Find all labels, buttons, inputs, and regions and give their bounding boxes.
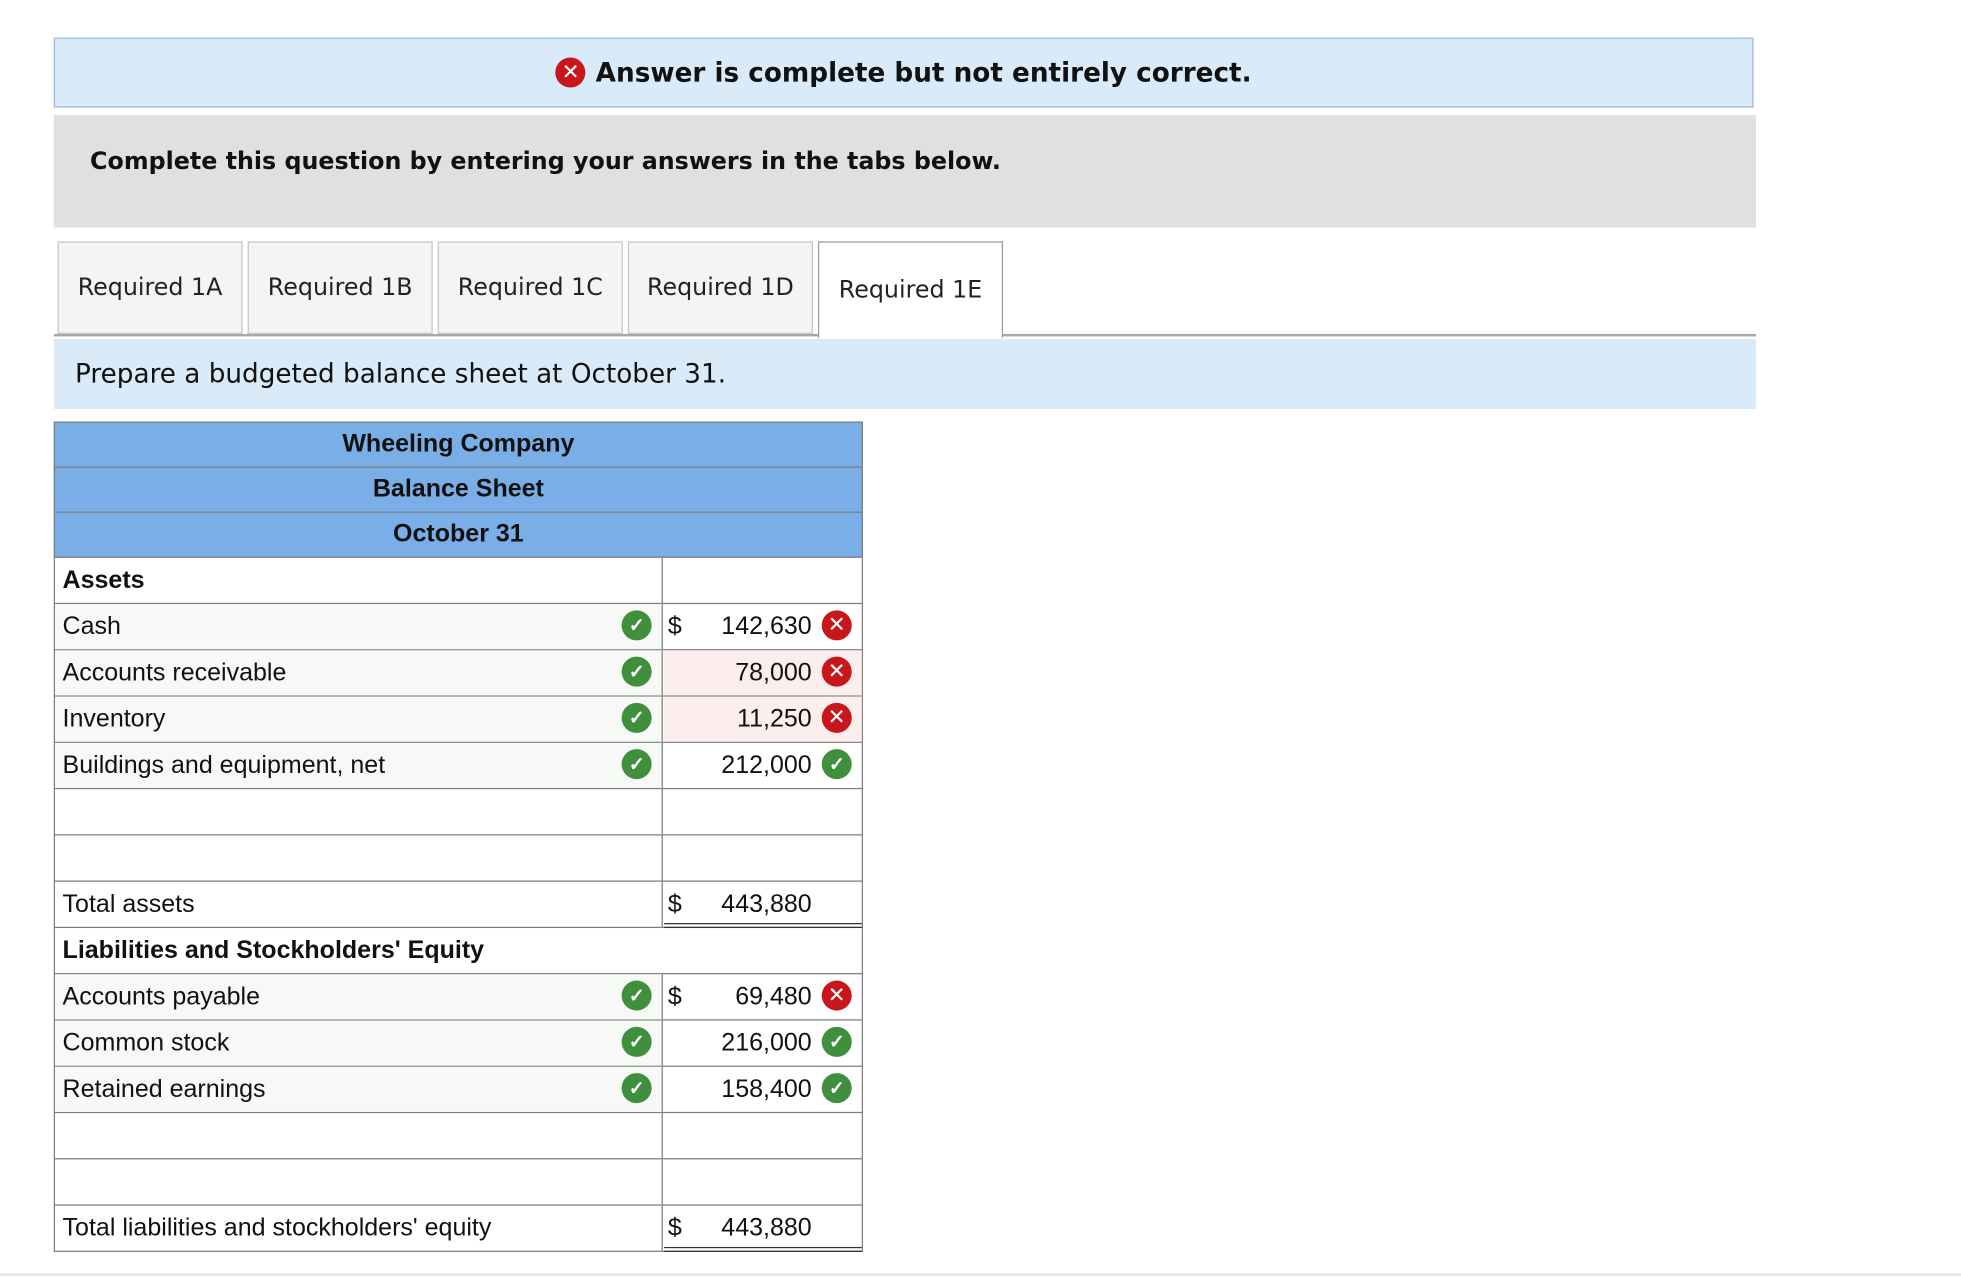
account-select-empty[interactable] xyxy=(55,789,663,835)
check-circle-icon: ✓ xyxy=(621,980,652,1011)
tab-required-1b[interactable]: Required 1B xyxy=(247,241,433,334)
question-prompt: Prepare a budgeted balance sheet at Octo… xyxy=(53,338,1756,409)
total-liabilities-row: Total liabilities and stockholders' equi… xyxy=(53,1205,863,1252)
result-banner: ✕ Answer is complete but not entirely co… xyxy=(53,37,1754,108)
account-select-empty[interactable] xyxy=(55,835,663,881)
table-row: Accounts payable ✓ $ 69,480 ✕ xyxy=(53,974,863,1021)
account-select-cash[interactable]: Cash ✓ xyxy=(55,604,663,650)
table-row: Cash ✓ $ 142,630 ✕ xyxy=(53,604,863,651)
x-circle-icon: ✕ xyxy=(821,980,852,1011)
amount-input-empty[interactable] xyxy=(664,789,862,834)
amount-input-inventory[interactable]: 11,250 ✕ xyxy=(664,696,862,742)
total-liabilities-label: Total liabilities and stockholders' equi… xyxy=(55,1205,663,1251)
empty-row xyxy=(53,1159,863,1206)
company-name: Wheeling Company xyxy=(53,421,863,467)
liabilities-heading-row: Liabilities and Stockholders' Equity xyxy=(53,928,863,975)
check-circle-icon: ✓ xyxy=(621,749,652,780)
double-underline xyxy=(664,1246,862,1252)
x-circle-icon: ✕ xyxy=(821,702,852,733)
empty-row xyxy=(53,835,863,882)
total-assets-row: Total assets $ 443,880 xyxy=(53,881,863,929)
total-assets-label: Total assets xyxy=(55,881,663,927)
check-circle-icon: ✓ xyxy=(621,610,652,641)
account-select-receivable[interactable]: Accounts receivable ✓ xyxy=(55,650,663,696)
account-select-common-stock[interactable]: Common stock ✓ xyxy=(55,1020,663,1066)
statement-title: Balance Sheet xyxy=(53,466,863,512)
result-message: Answer is complete but not entirely corr… xyxy=(595,57,1252,88)
table-row: Common stock ✓ 216,000 ✓ xyxy=(53,1020,863,1067)
amount-input-common-stock[interactable]: 216,000 ✓ xyxy=(664,1021,862,1066)
empty-row xyxy=(53,1113,863,1160)
check-circle-icon: ✓ xyxy=(821,1026,852,1057)
amount-input-buildings[interactable]: 212,000 ✓ xyxy=(664,743,862,788)
check-circle-icon: ✓ xyxy=(821,1073,852,1104)
check-circle-icon: ✓ xyxy=(621,1073,652,1104)
x-circle-icon: ✕ xyxy=(555,57,586,88)
x-circle-icon: ✕ xyxy=(821,656,852,687)
check-circle-icon: ✓ xyxy=(821,749,852,780)
check-circle-icon: ✓ xyxy=(621,702,652,733)
instruction-text: Complete this question by entering your … xyxy=(90,147,1001,176)
currency-symbol: $ xyxy=(667,612,682,641)
tab-required-1c[interactable]: Required 1C xyxy=(437,241,623,334)
assets-heading: Assets xyxy=(55,557,663,603)
amount-input-payable[interactable]: $ 69,480 ✕ xyxy=(664,974,862,1019)
tab-required-1a[interactable]: Required 1A xyxy=(57,241,243,334)
total-liabilities-value: $ 443,880 xyxy=(664,1206,862,1252)
balance-sheet: Wheeling Company Balance Sheet October 3… xyxy=(53,421,863,1252)
amount-input-retained-earnings[interactable]: 158,400 ✓ xyxy=(664,1067,862,1112)
table-row: Inventory ✓ 11,250 ✕ xyxy=(53,696,863,743)
assets-heading-row: Assets xyxy=(53,557,863,605)
check-circle-icon: ✓ xyxy=(621,656,652,687)
account-select-inventory[interactable]: Inventory ✓ xyxy=(55,696,663,742)
check-circle-icon: ✓ xyxy=(621,1026,652,1057)
total-assets-value: $ 443,880 xyxy=(664,882,862,929)
prompt-text: Prepare a budgeted balance sheet at Octo… xyxy=(75,358,727,389)
account-select-empty[interactable] xyxy=(55,1159,663,1205)
amount-input-cash[interactable]: $ 142,630 ✕ xyxy=(664,604,862,649)
amount-input-receivable[interactable]: 78,000 ✕ xyxy=(664,650,862,696)
empty-row xyxy=(53,789,863,836)
amount-input-empty[interactable] xyxy=(664,1113,862,1158)
account-select-empty[interactable] xyxy=(55,1113,663,1159)
amount-input-empty[interactable] xyxy=(664,835,862,880)
account-select-retained-earnings[interactable]: Retained earnings ✓ xyxy=(55,1066,663,1112)
table-row: Buildings and equipment, net ✓ 212,000 ✓ xyxy=(53,742,863,790)
instruction-panel: Complete this question by entering your … xyxy=(53,115,1756,228)
account-select-payable[interactable]: Accounts payable ✓ xyxy=(55,974,663,1020)
tab-bar: Required 1A Required 1B Required 1C Requ… xyxy=(53,241,1756,338)
tab-required-1d[interactable]: Required 1D xyxy=(627,241,813,334)
amount-input-empty[interactable] xyxy=(664,1159,862,1204)
divider xyxy=(0,1273,1961,1276)
liabilities-heading: Liabilities and Stockholders' Equity xyxy=(62,936,485,964)
tab-required-1e[interactable]: Required 1E xyxy=(817,241,1004,338)
table-row: Accounts receivable ✓ 78,000 ✕ xyxy=(53,650,863,697)
statement-date: October 31 xyxy=(53,511,863,558)
x-circle-icon: ✕ xyxy=(821,610,852,641)
table-row: Retained earnings ✓ 158,400 ✓ xyxy=(53,1066,863,1114)
account-select-buildings[interactable]: Buildings and equipment, net ✓ xyxy=(55,742,663,788)
